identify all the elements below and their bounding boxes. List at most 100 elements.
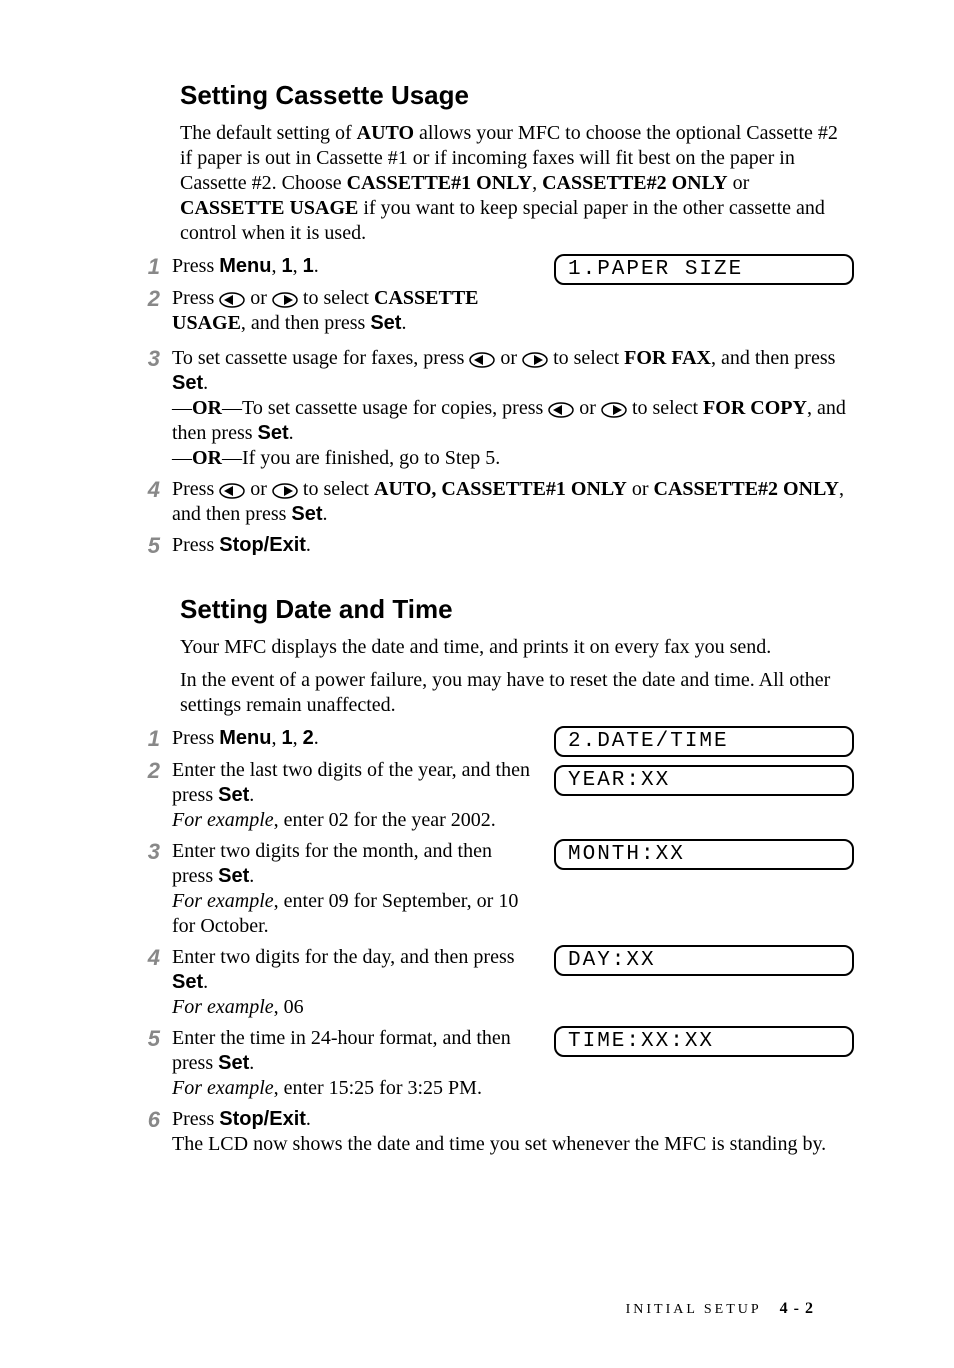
step-number: 6 [130,1107,160,1133]
t: Press [172,727,219,749]
t: Set [218,784,249,806]
t: , 06 [274,996,304,1018]
t: The default setting of [180,122,357,144]
t: 1 [303,255,314,277]
t: , [271,255,281,277]
page-footer: INITIAL SETUP 4 - 2 [626,1300,814,1318]
t: . [249,1052,254,1074]
page-number: 4 - 2 [780,1300,814,1317]
t: 1 [281,255,292,277]
t: . [323,503,328,525]
lcd-display: 2.DATE/TIME [554,726,854,757]
t: Set [218,1052,249,1074]
t: For example [172,809,274,831]
arrow-left-icon [548,402,574,418]
step2-text: Press or to select CASSETTE USAGE, and t… [172,286,534,336]
arrow-right-icon [272,292,298,308]
t: Set [258,422,289,444]
t: Set [291,503,322,525]
t: Enter two digits for the day, and then p… [172,946,515,968]
t: Stop/Exit [219,1108,306,1130]
t: , and then press [711,347,835,369]
t: OR [192,447,222,469]
t: to select [298,478,374,500]
lcd-display: TIME:XX:XX [554,1026,854,1057]
t: For example [172,890,274,912]
step-number: 3 [130,839,160,865]
section1-intro: The default setting of AUTO allows your … [180,121,854,246]
s2-step4: Enter two digits for the day, and then p… [172,945,534,1020]
section2-intro1: Your MFC displays the date and time, and… [180,635,854,660]
lcd-display: MONTH:XX [554,839,854,870]
t: —To set cassette usage for copies, press [222,397,548,419]
t: Press [172,287,219,309]
s2-step3: Enter two digits for the month, and then… [172,839,534,939]
t: to select [627,397,703,419]
t: or [574,397,601,419]
arrow-left-icon [219,292,245,308]
t: . [203,971,208,993]
t: . [306,1108,311,1130]
section2-heading: Setting Date and Time [180,594,854,625]
t: or [245,478,272,500]
t: AUTO, CASSETTE#1 ONLY [374,478,627,500]
footer-label: INITIAL SETUP [626,1302,762,1317]
t: OR [192,397,222,419]
t: to select [298,287,374,309]
t: The LCD now shows the date and time you … [172,1133,826,1155]
s2-step5: Enter the time in 24-hour format, and th… [172,1026,534,1101]
t: To set cassette usage for faxes, press [172,347,469,369]
t: Press [172,534,219,556]
t: , enter 02 for the year 2002. [274,809,496,831]
t: Stop/Exit [219,534,306,556]
step-number: 4 [130,945,160,971]
t: FOR FAX [624,347,711,369]
t: For example [172,1077,274,1099]
t: 2 [303,727,314,749]
t: . [249,784,254,806]
t: or [728,172,750,194]
t: Menu [219,727,271,749]
t: . [249,865,254,887]
section2-intro2: In the event of a power failure, you may… [180,668,854,718]
step5-text: Press Stop/Exit. [172,533,854,558]
arrow-right-icon [601,402,627,418]
lcd-display: 1.PAPER SIZE [554,254,854,285]
step-number: 5 [130,533,160,559]
t: , [293,255,303,277]
t: . [289,422,294,444]
t: . [401,312,406,334]
t: Press [172,255,219,277]
t: — [172,447,192,469]
t: , [532,172,542,194]
step1-text: Press Menu, 1, 1. [172,254,534,279]
arrow-left-icon [219,483,245,499]
s2-step1: Press Menu, 1, 2. [172,726,534,751]
t: CASSETTE#2 ONLY [542,172,727,194]
t: CASSETTE#2 ONLY [654,478,839,500]
t: , enter 15:25 for 3:25 PM. [274,1077,482,1099]
t: For example [172,996,274,1018]
arrow-right-icon [272,483,298,499]
step4-text: Press or to select AUTO, CASSETTE#1 ONLY… [172,477,854,527]
t: FOR COPY [703,397,807,419]
arrow-left-icon [469,352,495,368]
section1-heading: Setting Cassette Usage [180,80,854,111]
arrow-right-icon [522,352,548,368]
t: Set [172,372,203,394]
step-number: 4 [130,477,160,503]
t: . [314,255,319,277]
step-number: 2 [130,286,160,312]
t: Set [172,971,203,993]
t: —If you are finished, go to Step 5. [222,447,500,469]
t: CASSETTE#1 ONLY [347,172,532,194]
t: to select [548,347,624,369]
t: , and then press [241,312,370,334]
s2-step6: Press Stop/Exit. The LCD now shows the d… [172,1107,854,1157]
t: Set [218,865,249,887]
t: . [314,727,319,749]
s2-step2: Enter the last two digits of the year, a… [172,758,534,833]
t: , [293,727,303,749]
t: . [203,372,208,394]
lcd-display: DAY:XX [554,945,854,976]
